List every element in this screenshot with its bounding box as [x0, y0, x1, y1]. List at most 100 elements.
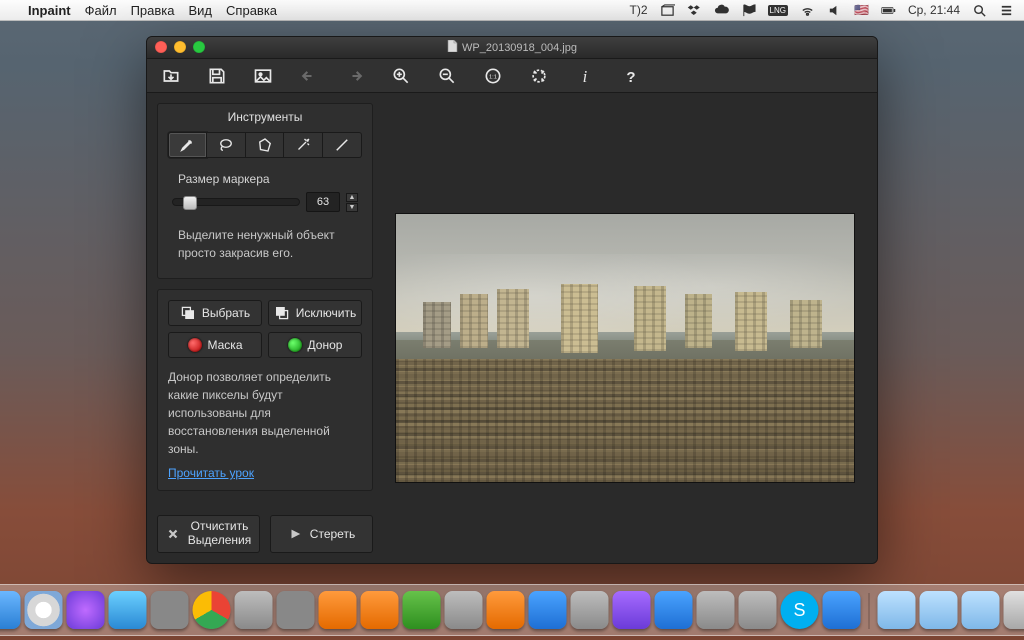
dock-trash[interactable]: [1004, 591, 1024, 629]
dock-app-7[interactable]: [487, 591, 525, 629]
tool-line[interactable]: [323, 132, 362, 158]
donor-button[interactable]: Донор: [268, 332, 362, 358]
slider-thumb[interactable]: [183, 196, 197, 210]
dock-app-8[interactable]: [571, 591, 609, 629]
window-title: WP_20130918_004.jpg: [462, 42, 577, 54]
dock-chrome[interactable]: [193, 591, 231, 629]
zoom-fit-button[interactable]: [527, 64, 551, 88]
app-name[interactable]: Inpaint: [28, 3, 71, 18]
dock-app-6[interactable]: [445, 591, 483, 629]
window-zoom-button[interactable]: [193, 41, 205, 53]
macos-dock[interactable]: S: [0, 584, 1024, 636]
locale-flag[interactable]: 🇺🇸: [854, 3, 869, 17]
dock-app-1[interactable]: [151, 591, 189, 629]
app-window: WP_20130918_004.jpg 1:1 i ? Инструменты: [146, 36, 878, 564]
redo-button[interactable]: [343, 64, 367, 88]
paint-hint: Выделите ненужный объект просто закрасив…: [178, 226, 356, 262]
spotlight-icon[interactable]: [972, 3, 987, 18]
exclude-button[interactable]: Исключить: [268, 300, 362, 326]
tools-panel: Инструменты Размер маркера 63 ▲ ▼: [157, 103, 373, 279]
dock-app-11[interactable]: [697, 591, 735, 629]
erase-button-label: Стереть: [310, 527, 355, 541]
td-icon[interactable]: T)2: [630, 3, 648, 17]
sidebar: Инструменты Размер маркера 63 ▲ ▼: [147, 93, 383, 563]
dock-app-9[interactable]: [613, 591, 651, 629]
menu-help[interactable]: Справка: [226, 3, 277, 18]
menu-view[interactable]: Вид: [189, 3, 213, 18]
tool-marker[interactable]: [168, 132, 207, 158]
clock[interactable]: Ср, 21:44: [908, 3, 960, 17]
mask-button[interactable]: Маска: [168, 332, 262, 358]
battery-icon[interactable]: [881, 3, 896, 18]
save-button[interactable]: [205, 64, 229, 88]
window-file-icon: [447, 40, 458, 55]
mask-color-dot: [188, 338, 202, 352]
open-button[interactable]: [159, 64, 183, 88]
dock-mail[interactable]: [529, 591, 567, 629]
wifi-icon[interactable]: [800, 3, 815, 18]
menu-file[interactable]: Файл: [85, 3, 117, 18]
dock-folder-2[interactable]: [920, 591, 958, 629]
erase-button[interactable]: Стереть: [270, 515, 373, 553]
info-button[interactable]: i: [573, 64, 597, 88]
macos-menubar: Inpaint Файл Правка Вид Справка T)2 LNG …: [0, 0, 1024, 21]
spinner-down[interactable]: ▼: [346, 203, 358, 212]
dock-safari[interactable]: [25, 591, 63, 629]
tools-title: Инструменты: [168, 110, 362, 124]
selection-panel: Выбрать Исключить Маска Донор Д: [157, 289, 373, 491]
spinner-up[interactable]: ▲: [346, 193, 358, 202]
zoom-actual-button[interactable]: 1:1: [481, 64, 505, 88]
canvas-area: [383, 93, 877, 563]
cloud-icon[interactable]: [714, 3, 729, 18]
dock-appstore[interactable]: [109, 591, 147, 629]
dock-app-2[interactable]: [235, 591, 273, 629]
svg-text:1:1: 1:1: [489, 74, 497, 80]
dock-itunes[interactable]: [67, 591, 105, 629]
tool-lasso[interactable]: [207, 132, 246, 158]
dock-evernote[interactable]: [403, 591, 441, 629]
clear-selection-button[interactable]: Отчистить Выделения: [157, 515, 260, 553]
clear-btn-line1: Отчистить: [188, 520, 251, 534]
window-minimize-button[interactable]: [174, 41, 186, 53]
mask-button-label: Маска: [208, 338, 243, 352]
image-button[interactable]: [251, 64, 275, 88]
zoom-out-button[interactable]: [435, 64, 459, 88]
notifications-icon[interactable]: [999, 3, 1014, 18]
dock-skype[interactable]: S: [781, 591, 819, 629]
select-button-label: Выбрать: [202, 306, 250, 320]
donor-color-dot: [288, 338, 302, 352]
marker-size-slider[interactable]: [172, 198, 300, 206]
help-button[interactable]: ?: [619, 64, 643, 88]
lng-icon[interactable]: LNG: [768, 5, 788, 16]
dock-app-5[interactable]: [361, 591, 399, 629]
undo-button[interactable]: [297, 64, 321, 88]
dock-app-4[interactable]: [319, 591, 357, 629]
read-tutorial-link[interactable]: Прочитать урок: [168, 466, 254, 480]
flag-icon[interactable]: [741, 3, 756, 18]
dock-folder-1[interactable]: [878, 591, 916, 629]
marker-size-label: Размер маркера: [178, 172, 362, 186]
menubar-right: T)2 LNG 🇺🇸 Ср, 21:44: [630, 3, 1014, 18]
canvas-viewport[interactable]: [383, 103, 867, 553]
exclude-button-label: Исключить: [296, 306, 356, 320]
dock-finder[interactable]: [0, 591, 21, 629]
volume-icon[interactable]: [827, 3, 842, 18]
menu-edit[interactable]: Правка: [131, 3, 175, 18]
cube-icon[interactable]: [660, 3, 675, 18]
dock-folder-3[interactable]: [962, 591, 1000, 629]
titlebar[interactable]: WP_20130918_004.jpg: [147, 37, 877, 59]
zoom-in-button[interactable]: [389, 64, 413, 88]
select-button[interactable]: Выбрать: [168, 300, 262, 326]
svg-text:?: ?: [626, 68, 635, 85]
loaded-image[interactable]: [395, 213, 855, 483]
dock-app-12[interactable]: [739, 591, 777, 629]
tool-magic-wand[interactable]: [284, 132, 323, 158]
window-close-button[interactable]: [155, 41, 167, 53]
tool-polygon[interactable]: [246, 132, 285, 158]
dock-app-13[interactable]: [823, 591, 861, 629]
svg-text:i: i: [583, 66, 588, 85]
dock-app-10[interactable]: [655, 591, 693, 629]
dock-app-3[interactable]: [277, 591, 315, 629]
dropbox-icon[interactable]: [687, 3, 702, 18]
marker-size-value[interactable]: 63: [306, 192, 340, 212]
